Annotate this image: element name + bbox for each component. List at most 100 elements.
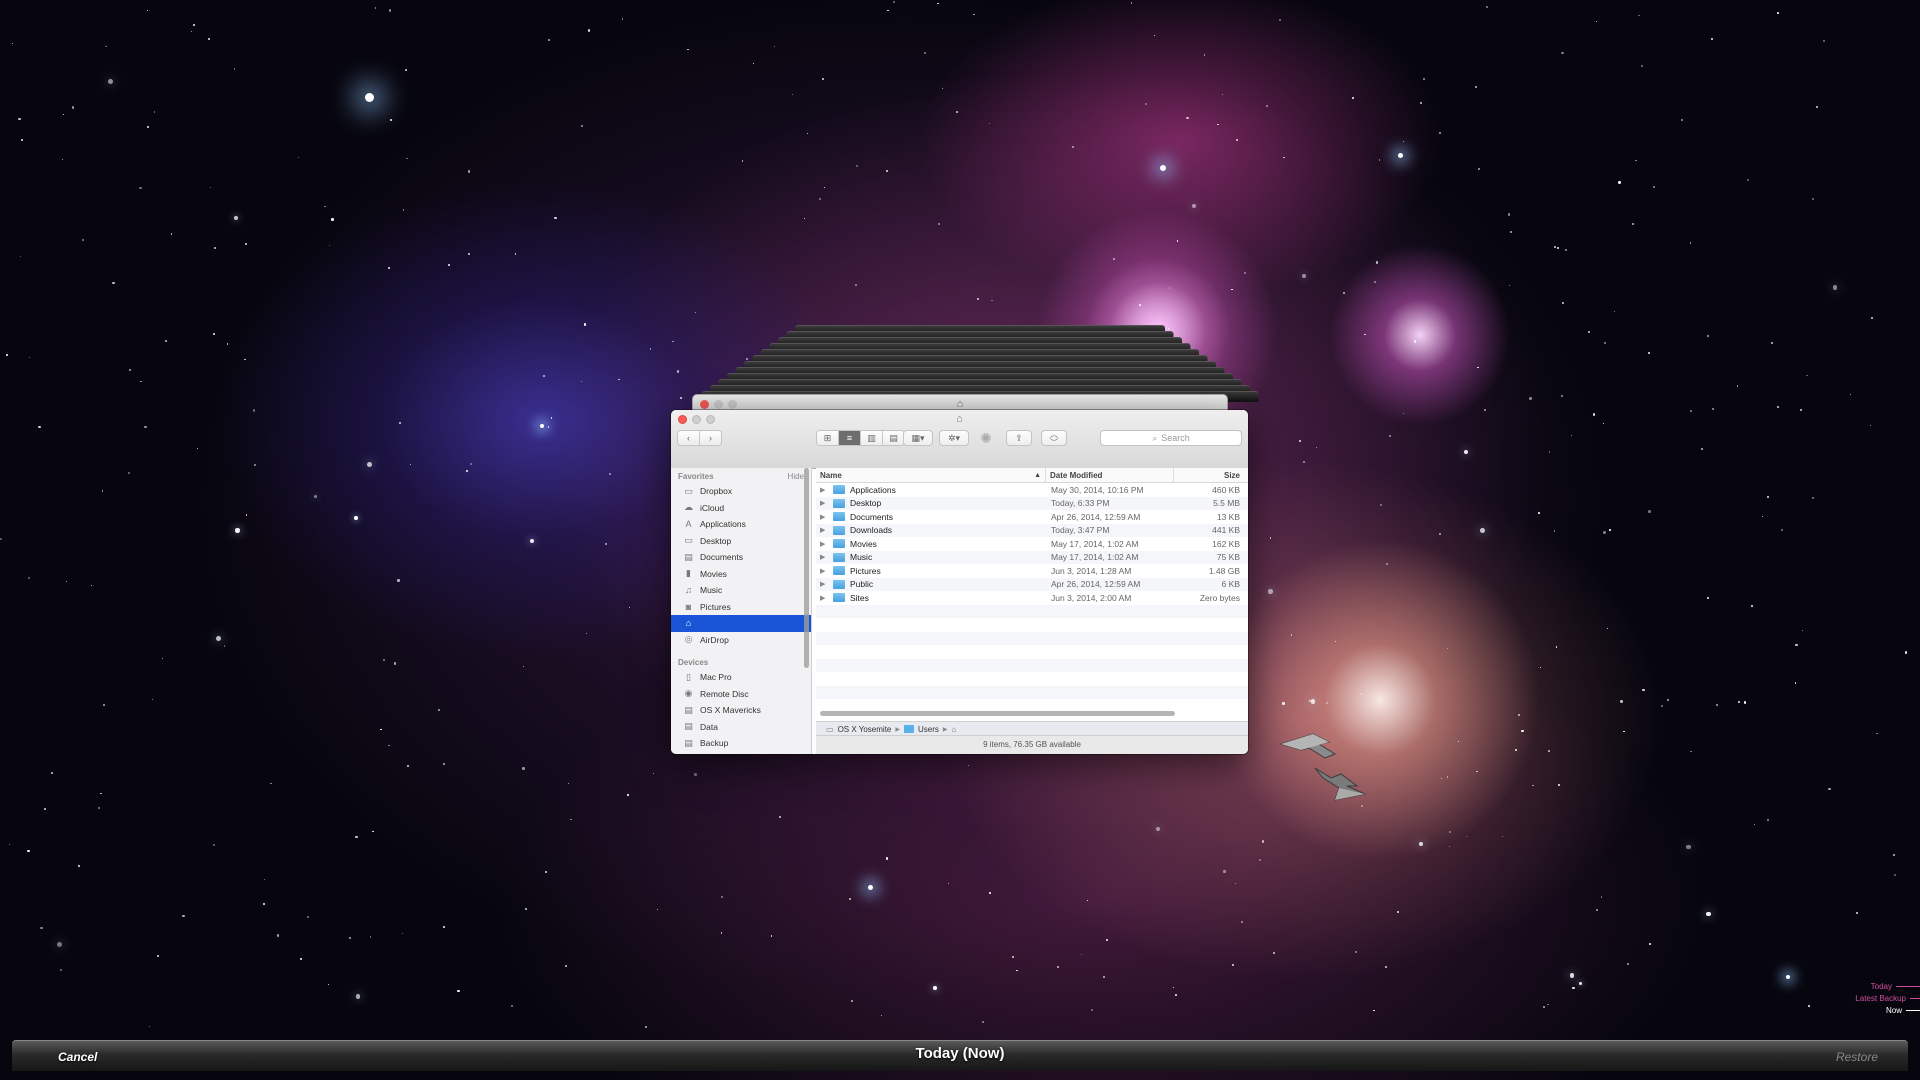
burn-button[interactable]: ✺	[975, 430, 997, 446]
chevron-right-icon: ▶	[942, 726, 948, 733]
folder-icon	[833, 539, 845, 549]
empty-row	[816, 685, 1248, 699]
timeline-navigation-arrows	[1279, 733, 1367, 801]
sidebar-item-icloud[interactable]: ☁ iCloud	[671, 500, 811, 517]
table-row[interactable]: ▶ Sites Jun 3, 2014, 2:00 AM Zero bytes	[816, 591, 1248, 605]
disclosure-triangle-icon[interactable]: ▶	[820, 553, 828, 561]
folder-icon	[833, 512, 845, 522]
drive-icon: ▤	[684, 721, 693, 732]
path-item-users[interactable]: Users	[918, 725, 939, 734]
disclosure-triangle-icon[interactable]: ▶	[820, 499, 828, 507]
table-row[interactable]: ▶ Documents Apr 26, 2014, 12:59 AM 13 KB	[816, 510, 1248, 524]
folder-icon	[833, 566, 845, 576]
date-modified-cell: Today, 6:33 PM	[1051, 498, 1110, 509]
table-row[interactable]: ▶ Pictures Jun 3, 2014, 1:28 AM 1.48 GB	[816, 564, 1248, 578]
forward-button[interactable]: ›	[700, 431, 721, 445]
sidebar-item-music[interactable]: ♫ Music	[671, 582, 811, 599]
action-button[interactable]: ✲▾	[939, 430, 969, 446]
sidebar-device-remote-disc[interactable]: ◉ Remote Disc	[671, 686, 811, 703]
time-machine-bar: Cancel Today (Now) Restore	[12, 1040, 1908, 1071]
search-input[interactable]: ⌕ Search	[1100, 430, 1242, 446]
table-row[interactable]: ▶ Applications May 30, 2014, 10:16 PM 460 K…	[816, 483, 1248, 497]
tags-button[interactable]: ⬭	[1041, 430, 1067, 446]
timeline-latest-backup[interactable]: Latest Backup	[1830, 992, 1920, 1004]
disclosure-triangle-icon[interactable]: ▶	[820, 567, 828, 575]
folder-icon	[833, 552, 845, 562]
hide-button[interactable]: Hide	[788, 472, 804, 481]
sidebar-item-pictures[interactable]: ◙ Pictures	[671, 599, 811, 616]
sidebar-item-label: Desktop	[700, 535, 732, 546]
list-view-button[interactable]: ≡	[839, 431, 861, 445]
sidebar-item-label: Pictures	[700, 601, 731, 612]
disclosure-triangle-icon[interactable]: ▶	[820, 526, 828, 534]
folder-icon	[833, 579, 845, 589]
minimize-button[interactable]	[692, 415, 701, 424]
sidebar-item-airdrop[interactable]: ◎ AirDrop	[671, 632, 811, 649]
drive-icon: ▭	[826, 724, 834, 734]
coverflow-view-button[interactable]: ▤	[883, 431, 904, 445]
date-modified-cell: May 30, 2014, 10:16 PM	[1051, 484, 1144, 495]
table-row[interactable]: ▶ Movies May 17, 2014, 1:02 AM 162 KB	[816, 537, 1248, 551]
sidebar-device-os-x-mavericks[interactable]: ▤ OS X Mavericks	[671, 702, 811, 719]
disclosure-triangle-icon[interactable]: ▶	[820, 513, 828, 521]
cancel-button[interactable]: Cancel	[32, 1047, 142, 1067]
file-name-cell: ▶ Desktop	[816, 498, 1046, 508]
sidebar-item-label: Documents	[700, 552, 743, 563]
share-button[interactable]: ⇪	[1006, 430, 1032, 446]
home-icon: ⌂	[956, 398, 964, 410]
date-modified-cell: Jun 3, 2014, 1:28 AM	[1051, 565, 1132, 576]
disclosure-triangle-icon[interactable]: ▶	[820, 540, 828, 548]
table-row[interactable]: ▶ Public Apr 26, 2014, 12:59 AM 6 KB	[816, 577, 1248, 591]
arrange-icon: ▦▾	[911, 432, 925, 443]
size-cell: 460 KB	[1212, 484, 1240, 495]
sidebar-item-movies[interactable]: ▮ Movies	[671, 566, 811, 583]
file-name: Downloads	[850, 525, 893, 536]
folder-icon	[833, 525, 845, 535]
disclosure-triangle-icon[interactable]: ▶	[820, 594, 828, 602]
sidebar-device-mac-pro[interactable]: ▯ Mac Pro	[671, 669, 811, 686]
arrange-button[interactable]: ▦▾	[903, 430, 933, 446]
timeline-now[interactable]: Now	[1830, 1004, 1920, 1016]
sidebar-item-documents[interactable]: ▤ Documents	[671, 549, 811, 566]
icon-view-button[interactable]: ⊞	[817, 431, 839, 445]
column-date-modified[interactable]: Date Modified	[1046, 468, 1174, 482]
navigate-back-arrow[interactable]	[1279, 733, 1337, 759]
finder-window[interactable]: ⌂ ‹ › ⊞ ≡ ▥ ▤ ▦▾ ✲▾ ✺ ⇪ ⬭ ⌕ Search Favor…	[671, 410, 1248, 754]
sidebar-item-dropbox[interactable]: ▭ Dropbox	[671, 483, 811, 500]
column-name[interactable]: Name ▲	[816, 468, 1046, 482]
backup-timeline[interactable]: Today Latest Backup Now	[1830, 980, 1920, 1016]
home-icon[interactable]: ⌂	[952, 725, 957, 734]
date-modified-cell: May 17, 2014, 1:02 AM	[1051, 552, 1139, 563]
file-name: Desktop	[850, 498, 882, 509]
disclosure-triangle-icon[interactable]: ▶	[820, 486, 828, 494]
size-cell: Zero bytes	[1199, 592, 1240, 603]
column-view-button[interactable]: ▥	[861, 431, 883, 445]
horizontal-scrollbar[interactable]	[820, 711, 1175, 716]
timeline-today[interactable]: Today	[1830, 980, 1920, 992]
empty-row	[816, 658, 1248, 672]
sidebar-device-backup[interactable]: ▤ Backup	[671, 735, 811, 752]
empty-row	[816, 645, 1248, 659]
restore-button[interactable]: Restore	[1778, 1047, 1888, 1067]
chevron-right-icon: ▶	[895, 726, 900, 733]
table-row[interactable]: ▶ Desktop Today, 6:33 PM 5.5 MB	[816, 496, 1248, 510]
column-size[interactable]: Size	[1174, 468, 1248, 482]
path-item-drive[interactable]: OS X Yosemite	[838, 725, 892, 734]
table-row[interactable]: ▶ Downloads Today, 3:47 PM 441 KB	[816, 523, 1248, 537]
close-button[interactable]	[678, 415, 687, 424]
table-row[interactable]: ▶ Music May 17, 2014, 1:02 AM 75 KB	[816, 550, 1248, 564]
size-cell: 6 KB	[1221, 579, 1240, 590]
zoom-button[interactable]	[706, 415, 715, 424]
sidebar-scrollbar[interactable]	[804, 468, 809, 668]
disclosure-triangle-icon[interactable]: ▶	[820, 580, 828, 588]
back-button[interactable]: ‹	[678, 431, 700, 445]
sidebar-item-desktop[interactable]: ▭ Desktop	[671, 533, 811, 550]
sidebar-item-home[interactable]: ⌂	[671, 615, 811, 632]
current-date-label: Today (Now)	[915, 1045, 1005, 1062]
sidebar-item-applications[interactable]: A Applications	[671, 516, 811, 533]
date-modified-cell: May 17, 2014, 1:02 AM	[1051, 538, 1139, 549]
sidebar-item-label: OS X Mavericks	[700, 705, 761, 716]
sidebar-item-label: Movies	[700, 568, 727, 579]
navigate-forward-arrow[interactable]	[1314, 767, 1367, 801]
sidebar-device-data[interactable]: ▤ Data	[671, 719, 811, 736]
